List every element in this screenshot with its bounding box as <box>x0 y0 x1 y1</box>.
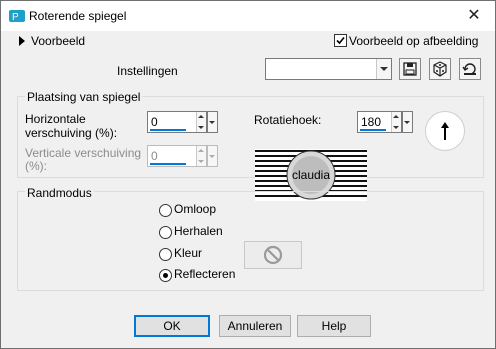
preview-toggle-label[interactable]: Voorbeeld <box>31 34 85 48</box>
rotation-angle-arrows[interactable] <box>391 112 401 132</box>
watermark-text: claudia <box>292 168 330 182</box>
vertical-offset-bar <box>150 163 186 165</box>
preview-on-image-label: Voorbeeld op afbeelding <box>349 34 479 48</box>
no-color-icon <box>263 245 283 265</box>
save-preset-button[interactable] <box>399 58 421 80</box>
caret-right-icon[interactable] <box>19 36 25 46</box>
save-preset-icon <box>403 62 417 76</box>
rotation-dial-icon <box>441 122 449 140</box>
radio-reflecteren[interactable] <box>159 269 172 282</box>
chevron-down-icon <box>209 121 215 124</box>
vertical-offset-spinner[interactable]: 0 <box>147 145 207 167</box>
settings-label: Instellingen <box>117 64 178 78</box>
placement-group-label: Plaatsing van spiegel <box>25 90 143 104</box>
rotation-angle-spinner[interactable]: 180 <box>357 111 402 133</box>
app-icon: P <box>9 10 25 23</box>
chevron-down-icon <box>404 121 410 124</box>
close-icon: ✕ <box>467 7 481 24</box>
up-icon <box>393 115 399 118</box>
settings-dropdown-button[interactable] <box>376 59 391 79</box>
random-preset-button[interactable] <box>429 58 451 80</box>
window-title: Roterende spiegel <box>29 9 127 23</box>
radio-kleur[interactable] <box>159 248 172 261</box>
radio-kleur-label[interactable]: Kleur <box>174 246 202 260</box>
edge-mode-group-label: Randmodus <box>25 186 94 200</box>
vertical-offset-arrows[interactable] <box>196 146 206 166</box>
rotation-angle-label: Rotatiehoek: <box>254 113 322 127</box>
preview-on-image-checkbox[interactable] <box>334 34 347 47</box>
radio-reflecteren-label[interactable]: Reflecteren <box>174 267 235 281</box>
reset-preset-button[interactable] <box>459 58 481 80</box>
horizontal-offset-arrows[interactable] <box>196 112 206 132</box>
down-icon <box>198 126 204 129</box>
help-button[interactable]: Help <box>297 315 371 337</box>
edge-color-swatch[interactable] <box>244 241 302 269</box>
settings-dropdown[interactable] <box>265 58 392 80</box>
vertical-offset-dropdown[interactable] <box>207 145 218 167</box>
checkbox-icon <box>336 36 345 45</box>
radio-herhalen[interactable] <box>159 226 172 239</box>
random-preset-icon <box>433 61 447 77</box>
ok-button[interactable]: OK <box>134 315 210 337</box>
radio-omloop[interactable] <box>159 204 172 217</box>
title-bar: P Roterende spiegel ✕ <box>1 1 495 31</box>
rotation-angle-value: 180 <box>361 115 382 129</box>
horizontal-offset-spinner[interactable]: 0 <box>147 111 207 133</box>
radio-herhalen-label[interactable]: Herhalen <box>174 224 223 238</box>
vertical-offset-value: 0 <box>151 149 158 163</box>
up-icon <box>198 149 204 152</box>
vertical-offset-label: Verticale verschuiving <box>25 146 142 160</box>
rotation-dial[interactable] <box>425 111 465 151</box>
horizontal-offset-value: 0 <box>151 115 158 129</box>
cancel-button[interactable]: Annuleren <box>219 315 291 337</box>
svg-text:P: P <box>12 12 19 23</box>
rotation-angle-bar <box>360 129 386 131</box>
chevron-down-icon <box>209 155 215 158</box>
down-icon <box>198 160 204 163</box>
horizontal-offset-label: Horizontale <box>25 112 86 126</box>
horizontal-offset-dropdown[interactable] <box>207 111 218 133</box>
rotation-angle-dropdown[interactable] <box>402 111 413 133</box>
chevron-down-icon <box>380 67 388 71</box>
dialog-window: P Roterende spiegel ✕ Voorbeeld Voorbeel… <box>0 0 496 349</box>
vertical-offset-label-2: (%): <box>25 159 47 173</box>
down-icon <box>393 126 399 129</box>
radio-omloop-label[interactable]: Omloop <box>174 202 216 216</box>
close-button[interactable]: ✕ <box>457 3 491 29</box>
horizontal-offset-bar <box>150 129 186 131</box>
reset-preset-icon <box>462 63 476 75</box>
up-icon <box>198 115 204 118</box>
horizontal-offset-label-2: verschuiving (%): <box>25 126 118 140</box>
